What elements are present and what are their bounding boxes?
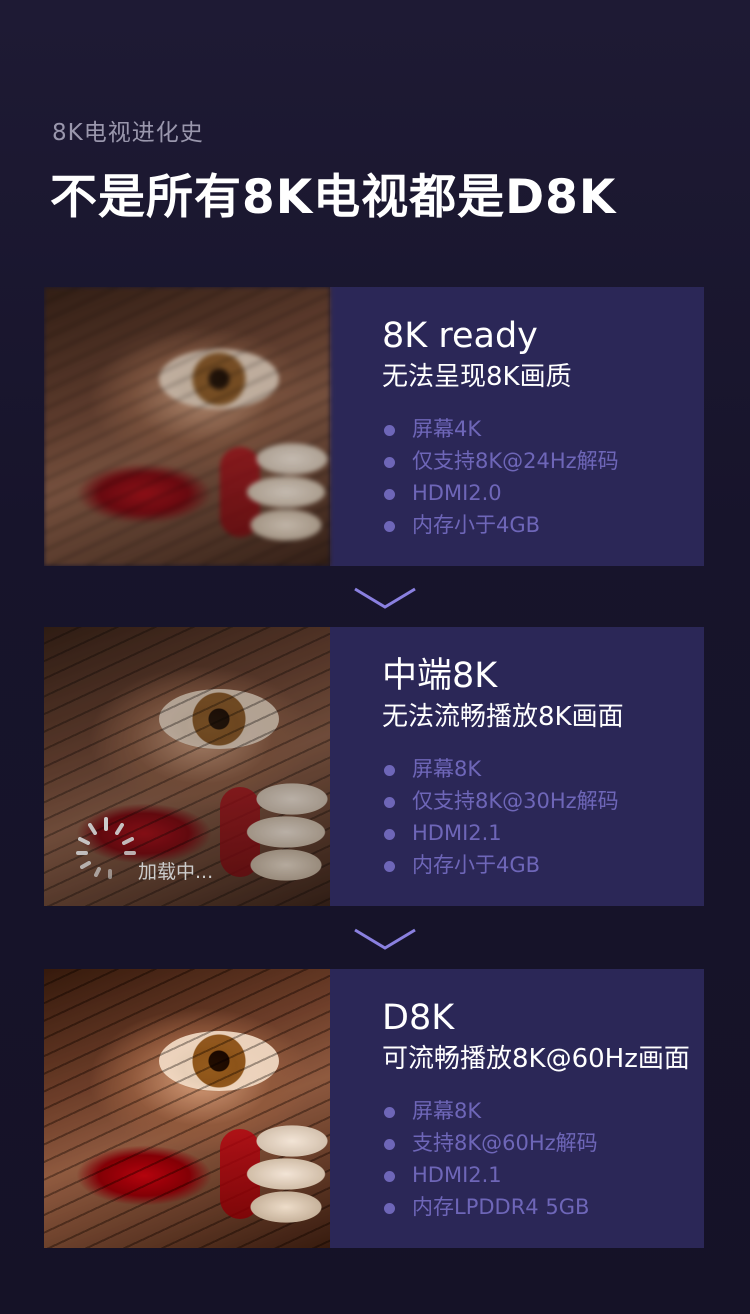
page-title: 不是所有8K电视都是D8K <box>50 170 617 225</box>
card-info: 中端8K 无法流畅播放8K画面 屏幕8K 仅支持8K@30Hz解码 HDMI2.… <box>330 627 704 906</box>
feature-list: 屏幕8K 仅支持8K@30Hz解码 HDMI2.1 内存小于4GB <box>382 753 704 881</box>
feature-item: 仅支持8K@30Hz解码 <box>382 785 704 817</box>
feature-list: 屏幕4K 仅支持8K@24Hz解码 HDMI2.0 内存小于4GB <box>382 413 704 541</box>
card-description: 可流畅播放8K@60Hz画面 <box>382 1044 690 1074</box>
card-image-blurry-eye <box>44 287 330 566</box>
card-description: 无法呈现8K画质 <box>382 362 572 392</box>
feature-item: 屏幕4K <box>382 413 704 445</box>
feature-item: HDMI2.0 <box>382 477 704 509</box>
card-image-loading-eye: 加载中... <box>44 627 330 906</box>
feature-item: 仅支持8K@24Hz解码 <box>382 445 704 477</box>
card-title: D8K <box>382 998 455 1038</box>
feature-item: 屏幕8K <box>382 753 704 785</box>
feature-item: 支持8K@60Hz解码 <box>382 1127 704 1159</box>
comparison-card-mid-8k: 加载中... 中端8K 无法流畅播放8K画面 屏幕8K 仅支持8K@30Hz解码… <box>44 627 704 906</box>
card-description: 无法流畅播放8K画面 <box>382 702 624 732</box>
comparison-card-8k-ready: 8K ready 无法呈现8K画质 屏幕4K 仅支持8K@24Hz解码 HDMI… <box>44 287 704 566</box>
feature-list: 屏幕8K 支持8K@60Hz解码 HDMI2.1 内存LPDDR4 5GB <box>382 1095 704 1223</box>
feature-item: 内存LPDDR4 5GB <box>382 1191 704 1223</box>
card-info: D8K 可流畅播放8K@60Hz画面 屏幕8K 支持8K@60Hz解码 HDMI… <box>330 969 704 1248</box>
card-image-sharp-eye <box>44 969 330 1248</box>
feature-item: 屏幕8K <box>382 1095 704 1127</box>
loading-text: 加载中... <box>138 861 214 883</box>
chevron-down-icon <box>354 587 416 609</box>
card-info: 8K ready 无法呈现8K画质 屏幕4K 仅支持8K@24Hz解码 HDMI… <box>330 287 704 566</box>
feature-item: 内存小于4GB <box>382 509 704 541</box>
feature-item: HDMI2.1 <box>382 817 704 849</box>
comparison-card-d8k: D8K 可流畅播放8K@60Hz画面 屏幕8K 支持8K@60Hz解码 HDMI… <box>44 969 704 1248</box>
feature-item: HDMI2.1 <box>382 1159 704 1191</box>
card-title: 中端8K <box>382 656 498 696</box>
page-subtitle: 8K电视进化史 <box>52 120 204 146</box>
loading-spinner-icon <box>76 817 136 879</box>
chevron-down-icon <box>354 928 416 950</box>
card-title: 8K ready <box>382 316 538 356</box>
feature-item: 内存小于4GB <box>382 849 704 881</box>
